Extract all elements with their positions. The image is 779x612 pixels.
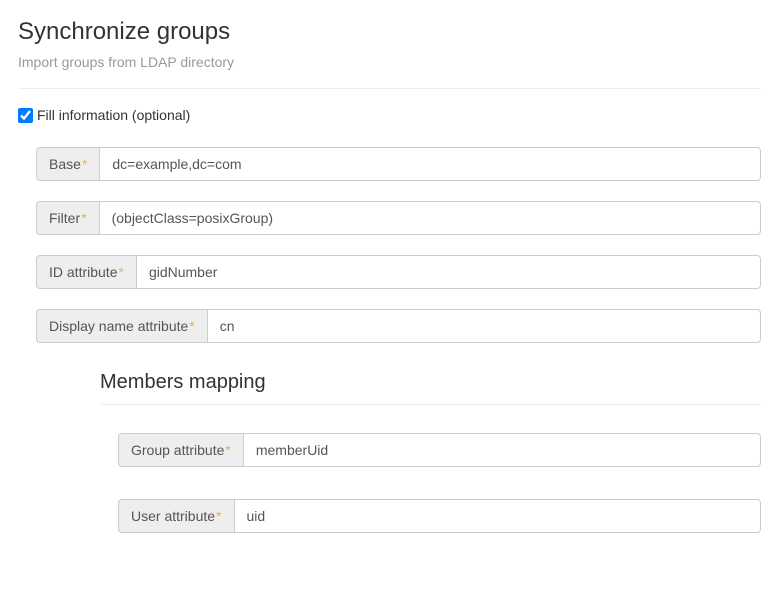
- base-input[interactable]: [99, 147, 761, 181]
- id-attribute-input[interactable]: [136, 255, 761, 289]
- fill-information-row: Fill information (optional): [18, 107, 761, 123]
- required-mark: *: [81, 210, 86, 226]
- filter-label: Filter*: [36, 201, 99, 235]
- required-mark: *: [118, 264, 123, 280]
- group-attribute-input[interactable]: [243, 433, 761, 467]
- base-row: Base*: [36, 147, 761, 181]
- members-mapping-title: Members mapping: [100, 371, 761, 394]
- user-attribute-label-text: User attribute: [131, 508, 215, 524]
- base-label: Base*: [36, 147, 99, 181]
- header-divider: [18, 88, 761, 89]
- user-attribute-label: User attribute*: [118, 499, 234, 533]
- filter-input[interactable]: [99, 201, 761, 235]
- id-attribute-label: ID attribute*: [36, 255, 136, 289]
- required-mark: *: [225, 442, 230, 458]
- user-attribute-input[interactable]: [234, 499, 762, 533]
- page-subtitle: Import groups from LDAP directory: [18, 54, 761, 70]
- display-name-attribute-row: Display name attribute*: [36, 309, 761, 343]
- id-attribute-row: ID attribute*: [36, 255, 761, 289]
- display-name-attribute-label: Display name attribute*: [36, 309, 207, 343]
- members-mapping-section: Members mapping Group attribute* User at…: [36, 371, 761, 533]
- members-mapping-field-group: Group attribute* User attribute*: [100, 433, 761, 533]
- filter-row: Filter*: [36, 201, 761, 235]
- required-mark: *: [216, 508, 221, 524]
- required-mark: *: [82, 156, 87, 172]
- main-field-group: Base* Filter* ID attribute* Display name…: [18, 147, 761, 533]
- filter-label-text: Filter: [49, 210, 80, 226]
- display-name-attribute-label-text: Display name attribute: [49, 318, 188, 334]
- user-attribute-row: User attribute*: [118, 499, 761, 533]
- display-name-attribute-input[interactable]: [207, 309, 761, 343]
- required-mark: *: [189, 318, 194, 334]
- members-mapping-divider: [100, 404, 761, 405]
- group-attribute-row: Group attribute*: [118, 433, 761, 467]
- id-attribute-label-text: ID attribute: [49, 264, 117, 280]
- group-attribute-label: Group attribute*: [118, 433, 243, 467]
- fill-information-label: Fill information (optional): [37, 107, 190, 123]
- page-title: Synchronize groups: [18, 18, 761, 46]
- group-attribute-label-text: Group attribute: [131, 442, 224, 458]
- base-label-text: Base: [49, 156, 81, 172]
- fill-information-checkbox[interactable]: [18, 108, 33, 123]
